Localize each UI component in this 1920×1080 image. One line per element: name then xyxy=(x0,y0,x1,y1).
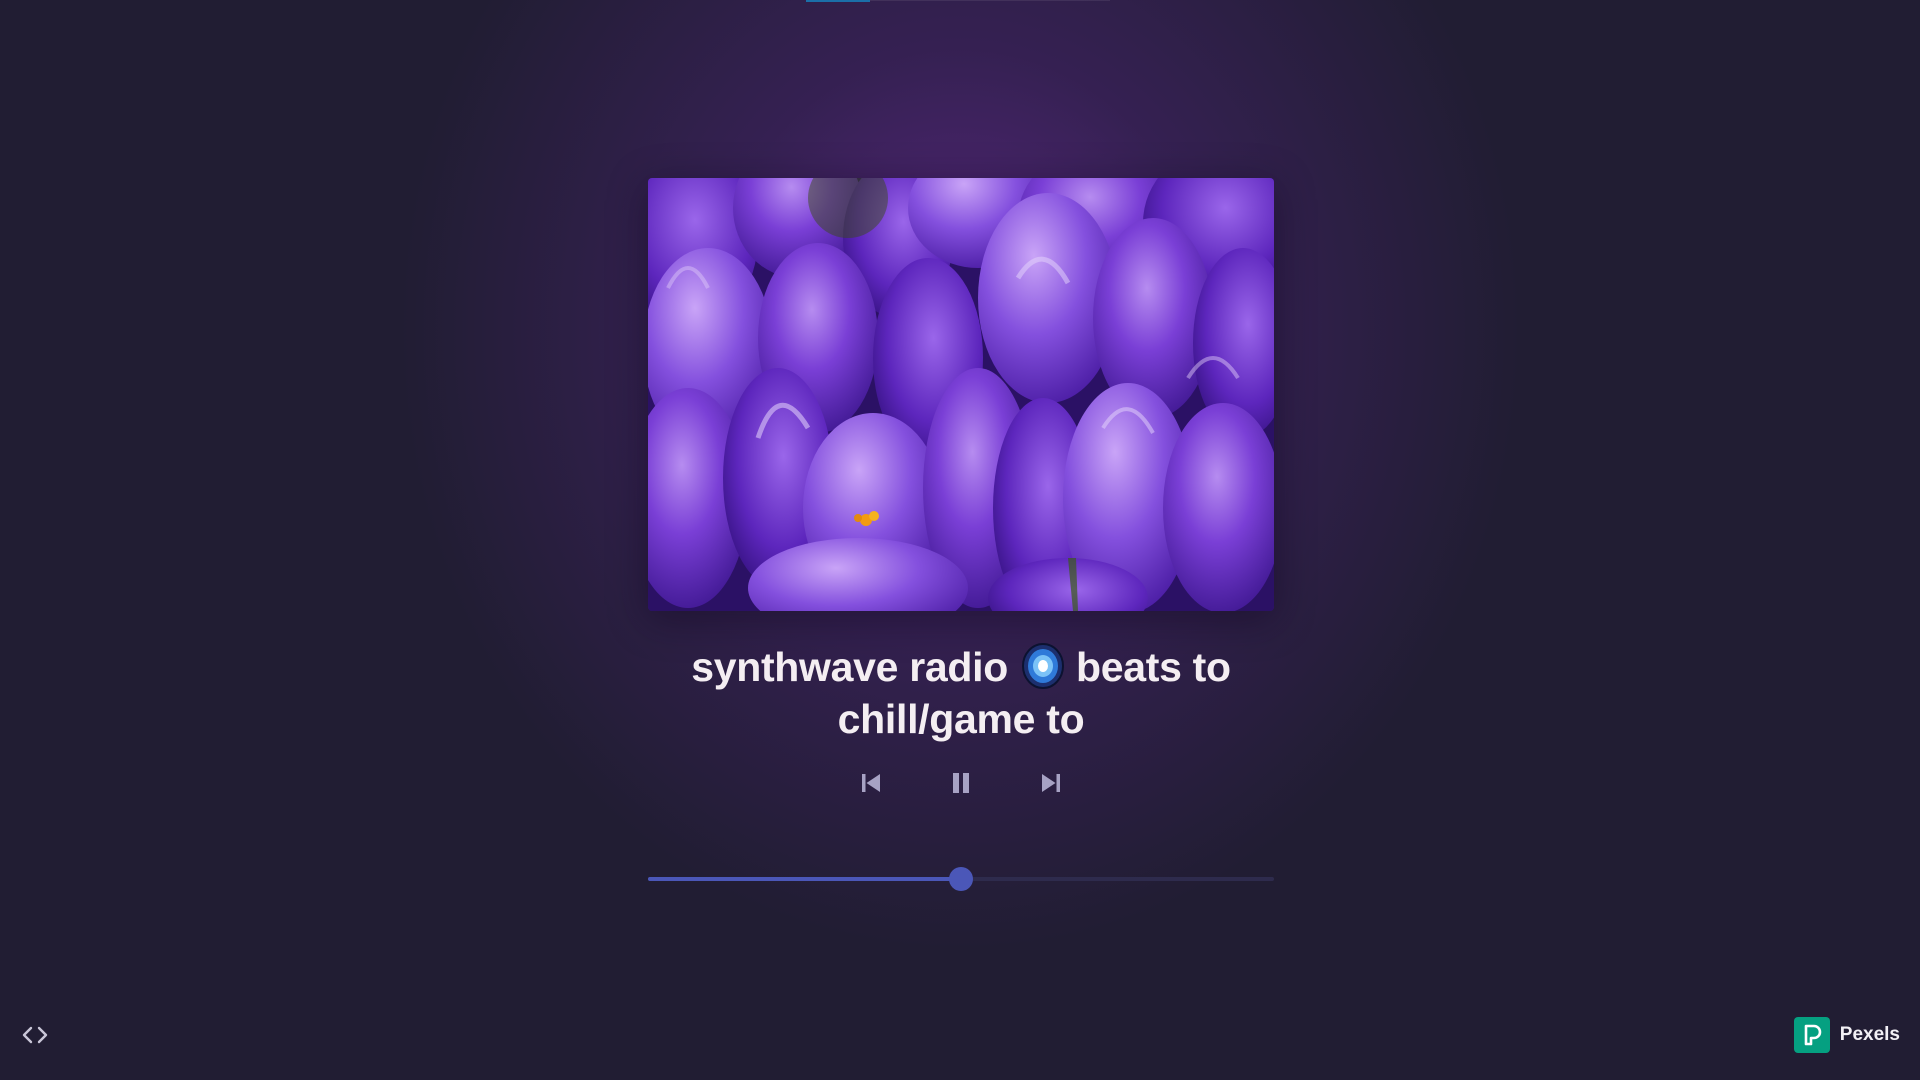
top-tab-track xyxy=(870,0,1110,1)
playback-controls xyxy=(648,763,1274,803)
skip-next-icon xyxy=(1042,774,1060,792)
album-cover xyxy=(648,178,1274,611)
app-stage: synthwave radio beats to chill/game to P… xyxy=(0,0,1920,1080)
pexels-logo-icon xyxy=(1793,1017,1830,1053)
skip-previous-icon xyxy=(862,774,880,792)
code-brackets-icon xyxy=(22,1026,48,1044)
pause-button[interactable] xyxy=(944,766,978,800)
pexels-credit-label: Pexels xyxy=(1839,1024,1900,1045)
next-button[interactable] xyxy=(1034,766,1068,800)
code-toggle-button[interactable] xyxy=(20,1023,50,1047)
track-title-part1: synthwave radio xyxy=(691,644,1008,690)
progress-thumb[interactable] xyxy=(949,867,973,891)
cover-artwork xyxy=(648,178,1274,611)
track-title: synthwave radio beats to chill/game to xyxy=(648,641,1274,745)
galaxy-emoji-icon xyxy=(1020,643,1066,689)
previous-button[interactable] xyxy=(854,766,888,800)
top-tab-indicator xyxy=(806,0,870,2)
music-player: synthwave radio beats to chill/game to xyxy=(648,178,1274,803)
progress-slider[interactable] xyxy=(648,866,1274,892)
pause-icon xyxy=(953,773,969,793)
pexels-credit-link[interactable]: Pexels xyxy=(1793,1017,1900,1053)
progress-fill xyxy=(648,877,961,881)
